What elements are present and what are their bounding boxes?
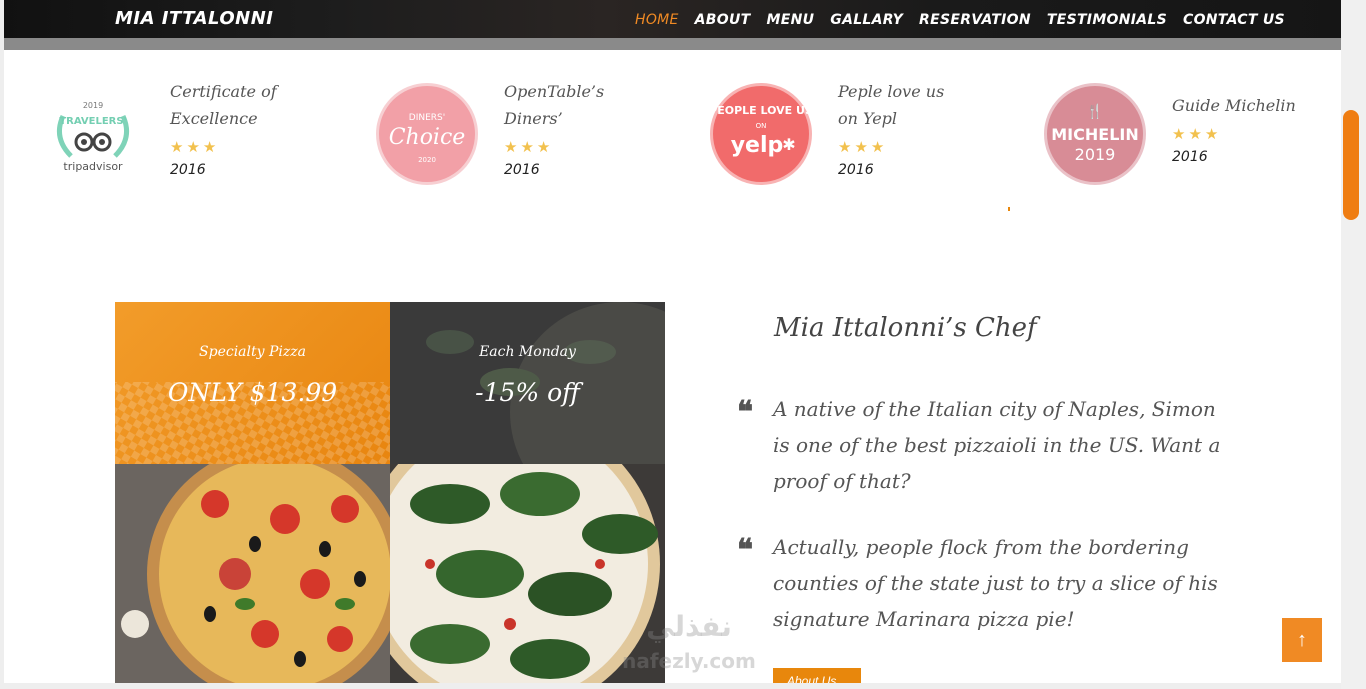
tripadvisor-badge-icon: 2019 TRAVELERS' tripadvisor (45, 86, 141, 182)
chef-title: Mia Ittalonni’s Chef (774, 313, 1037, 343)
award-text: Guide Michelin ★★★ 2016 (1172, 92, 1302, 165)
svg-text:✱: ✱ (782, 135, 795, 154)
promo-price: ONLY $13.99 (167, 378, 338, 407)
badge-mid-text: Choice (389, 125, 466, 150)
award-text: Certificate of Excellence ★★★ 2016 (170, 78, 300, 178)
nav-menu[interactable]: MENU (767, 12, 815, 28)
badge-brand-text: yelp (731, 133, 784, 158)
badge-top-text: MICHELIN (1051, 125, 1138, 144)
chef-quote: A native of the Italian city of Naples, … (773, 397, 1221, 493)
chef-quote: Actually, people flock from the borderin… (773, 535, 1218, 631)
svg-text:🍴: 🍴 (1086, 103, 1103, 120)
award-item: 2019 TRAVELERS' tripadvisor Certificate … (45, 78, 365, 198)
badge-brand-text: 2020 (418, 156, 436, 164)
award-year: 2016 (504, 162, 540, 178)
main-nav: HOME ABOUT MENU GALLARY RESERVATION TEST… (635, 12, 1301, 28)
svg-text:TRAVELERS': TRAVELERS' (59, 116, 126, 127)
award-text: OpenTable’s Diners’ ★★★ 2016 (504, 78, 634, 178)
header-divider (4, 38, 1341, 50)
award-title: Guide Michelin (1172, 96, 1296, 115)
award-year: 2016 (170, 162, 206, 178)
nav-home[interactable]: HOME (635, 12, 679, 28)
promo-label: Each Monday (479, 344, 576, 360)
award-year: 2016 (838, 162, 874, 178)
badge-top-text: 2019 (83, 101, 103, 110)
promo-tile-monday[interactable]: Each Monday -15% off (390, 302, 665, 464)
site-logo[interactable]: MIA ITTALONNI (115, 8, 273, 29)
badge-top-text: DINERS' (409, 113, 445, 123)
star-rating: ★★★ (504, 138, 554, 156)
diners-choice-badge-icon: DINERS' Choice 2020 (379, 86, 475, 182)
quote-icon: ❝ (737, 395, 754, 430)
award-title: OpenTable’s Diners’ (504, 82, 605, 128)
nav-reservation[interactable]: RESERVATION (919, 12, 1031, 28)
nav-about[interactable]: ABOUT (695, 12, 751, 28)
watermark-arabic: نفذلي (646, 610, 732, 643)
star-rating: ★★★ (1172, 125, 1222, 143)
header-bar: MIA ITTALONNI HOME ABOUT MENU GALLARY RE… (4, 0, 1341, 38)
arrow-up-icon[interactable]: ↑ (1282, 618, 1322, 662)
badge-mid-text: 2019 (1075, 145, 1116, 164)
star-rating: ★★★ (838, 138, 888, 156)
yelp-badge-icon: PEOPLE LOVE US ON yelp ✱ (709, 86, 813, 182)
about-us-button[interactable]: About Us (773, 668, 861, 683)
nav-testimonials[interactable]: TESTIMONIALS (1047, 12, 1167, 28)
promo-tile-specialty[interactable]: Specialty Pizza ONLY $13.99 (115, 302, 390, 464)
watermark-latin: nafezly.com (622, 649, 756, 673)
michelin-badge-icon: 🍴 MICHELIN 2019 (1047, 86, 1143, 182)
award-year: 2016 (1172, 149, 1208, 165)
promo-label: Specialty Pizza (199, 344, 306, 360)
award-title: Peple love us on Yepl (838, 82, 945, 128)
badge-top-text: PEOPLE LOVE US (713, 104, 809, 117)
scrollbar-thumb[interactable] (1343, 110, 1359, 220)
star-rating: ★★★ (170, 138, 220, 156)
decor-dot (1008, 207, 1010, 211)
badge-brand-text: tripadvisor (63, 160, 123, 173)
promo-price: -15% off (475, 378, 580, 407)
award-item: 🍴 MICHELIN 2019 Guide Michelin ★★★ 2016 (1047, 78, 1341, 198)
quote-icon: ❝ (737, 533, 754, 568)
award-text: Peple love us on Yepl ★★★ 2016 (838, 78, 968, 178)
watermark: نفذلي nafezly.com (604, 610, 774, 683)
pepperoni-pizza-image (115, 464, 390, 683)
award-item: PEOPLE LOVE US ON yelp ✱ Peple love us o… (709, 78, 1033, 198)
nav-gallary[interactable]: GALLARY (830, 12, 903, 28)
nav-contact-us[interactable]: CONTACT US (1183, 12, 1285, 28)
page: MIA ITTALONNI HOME ABOUT MENU GALLARY RE… (4, 0, 1341, 683)
badge-mid-text: ON (756, 122, 767, 130)
promo-grid: Specialty Pizza ONLY $13.99 Each Monday … (115, 302, 665, 683)
scrollbar-track[interactable] (1341, 0, 1366, 689)
award-item: DINERS' Choice 2020 OpenTable’s Diners’ … (379, 78, 699, 198)
award-title: Certificate of Excellence (170, 82, 277, 128)
